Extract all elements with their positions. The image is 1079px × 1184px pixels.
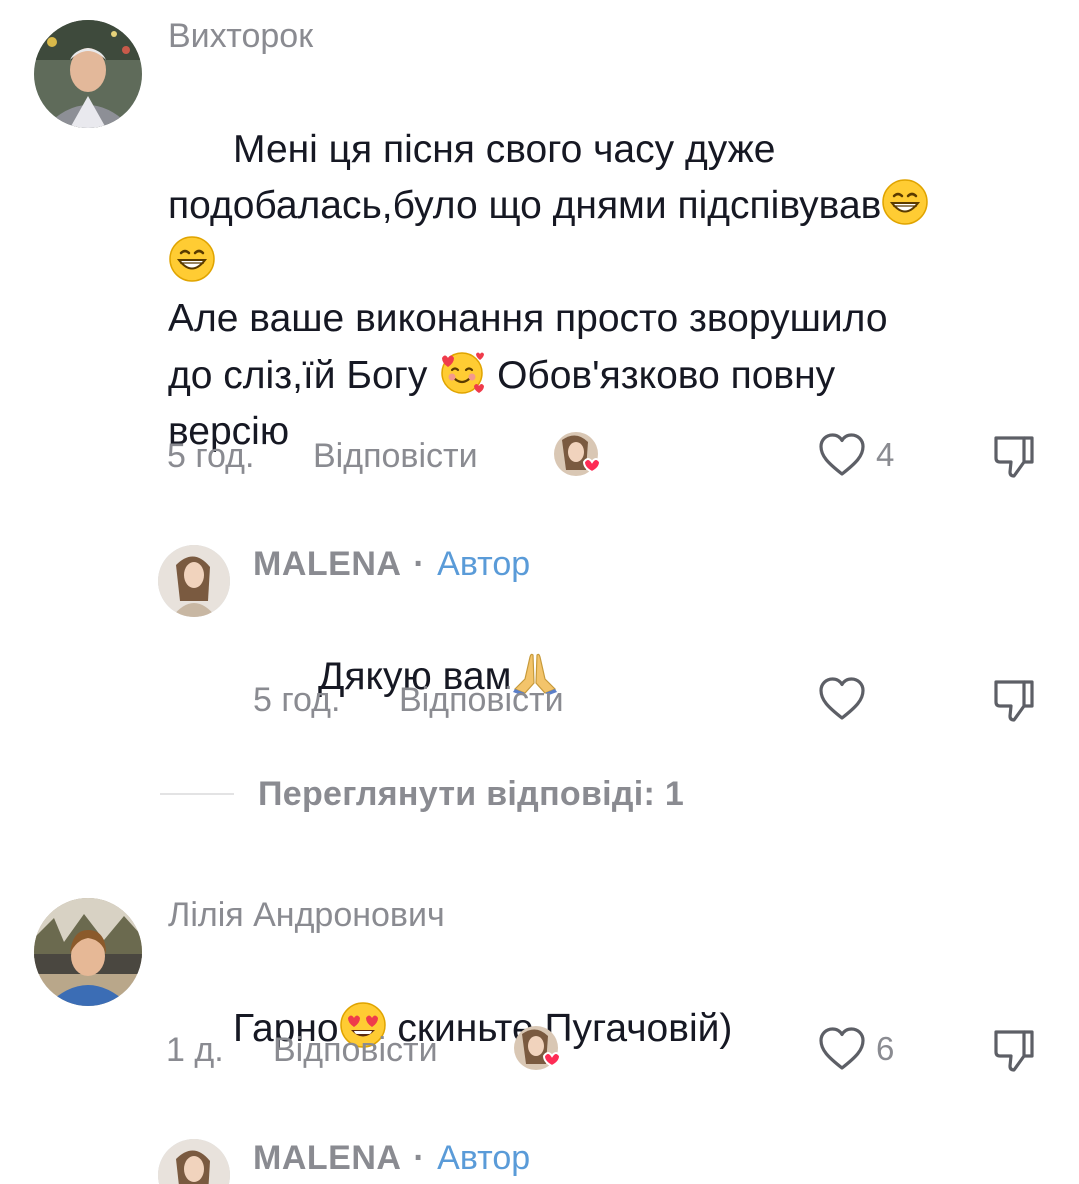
reply-author: MALENA · Автор xyxy=(253,1138,530,1178)
avatar[interactable] xyxy=(34,898,142,1006)
author-badge: Автор xyxy=(437,1139,531,1177)
like-button[interactable]: 4 xyxy=(818,430,894,480)
thumbs-down-icon[interactable] xyxy=(990,676,1038,724)
author-badge: Автор xyxy=(437,545,531,583)
reply-button[interactable]: Відповісти xyxy=(313,436,478,476)
like-count: 6 xyxy=(876,1030,895,1067)
smiling-hearts-emoji-icon xyxy=(438,351,486,397)
view-replies-label: Переглянути відповіді: 1 xyxy=(258,774,685,813)
divider-line xyxy=(160,793,234,795)
separator: · xyxy=(403,545,436,583)
grinning-emoji-icon xyxy=(881,179,929,227)
like-count: 4 xyxy=(876,436,895,473)
avatar[interactable] xyxy=(158,545,230,617)
thumbs-down-icon[interactable] xyxy=(990,1026,1038,1074)
author-name[interactable]: MALENA xyxy=(253,545,401,583)
reply-button[interactable]: Відповісти xyxy=(399,680,564,720)
view-replies-button[interactable]: Переглянути відповіді: 1 xyxy=(160,774,684,814)
comment-author[interactable]: Вихторок xyxy=(168,16,313,56)
heart-outline-icon xyxy=(819,1027,865,1070)
reply-time: 5 год. xyxy=(253,681,341,719)
comment-time: 1 д. xyxy=(166,1031,224,1069)
thumbs-down-icon[interactable] xyxy=(990,432,1038,480)
author-name[interactable]: MALENA xyxy=(253,1139,401,1177)
reply-button[interactable]: Відповісти xyxy=(273,1030,438,1070)
reply-author: MALENA · Автор xyxy=(253,544,530,584)
avatar[interactable] xyxy=(34,20,142,128)
comments-list: Вихторок Мені ця пісня свого часу дуже п… xyxy=(0,0,1079,1184)
heart-outline-icon xyxy=(819,677,865,720)
comment-text: Гарно скиньте Пугачовій) xyxy=(168,944,732,1114)
reply-text: Дякую вам xyxy=(253,592,559,762)
heart-outline-icon xyxy=(819,433,865,476)
creator-avatar-heart-icon xyxy=(552,430,610,480)
comment-time: 5 год. xyxy=(167,437,255,475)
separator: · xyxy=(403,1139,436,1177)
creator-avatar-heart-icon xyxy=(512,1024,570,1074)
grinning-emoji-icon xyxy=(168,235,216,284)
like-button[interactable]: 6 xyxy=(818,1024,894,1074)
like-button[interactable] xyxy=(818,674,866,724)
comment-author[interactable]: Лілія Андронович xyxy=(168,895,445,935)
avatar[interactable] xyxy=(158,1139,230,1184)
